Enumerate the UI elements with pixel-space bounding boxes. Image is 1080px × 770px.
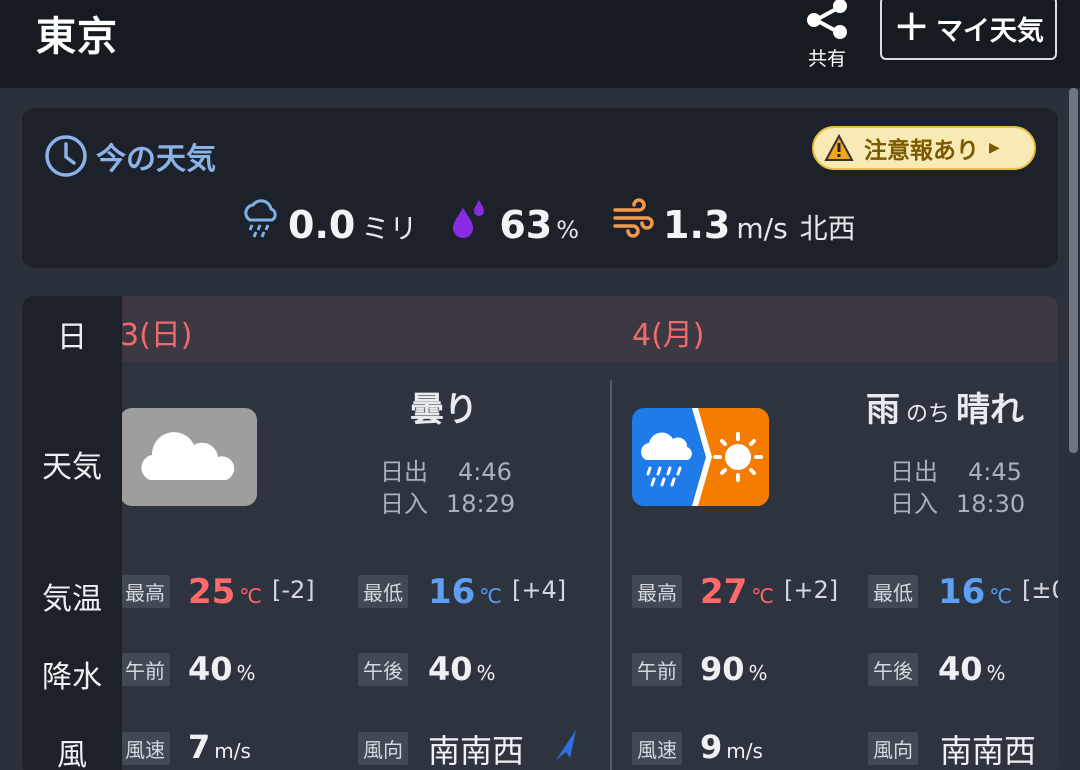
day-2-sun-times: 日出 4:45 日入 18:30: [890, 456, 1025, 520]
wind-icon: [613, 198, 654, 238]
wind-direction: 北西: [799, 212, 856, 245]
day-2-min-diff: [±0: [1022, 576, 1058, 604]
droplets-icon: [453, 200, 485, 238]
day-1-wind-speed: 7 m/s: [188, 728, 251, 766]
day-2-weather-end: 晴れ: [956, 390, 1025, 430]
current-weather-values: 0.0 ミリ 63 % 1.3 m/s 北西: [240, 198, 856, 247]
scrollbar-thumb[interactable]: [1069, 88, 1078, 453]
current-weather-title: 今の天気: [44, 134, 216, 178]
cloud-icon: [120, 408, 257, 506]
day-2-max-label: 最高: [632, 575, 682, 608]
share-label: 共有: [807, 48, 846, 70]
day-1-min-label: 最低: [358, 575, 408, 608]
day-2-wind-dir: 南南西: [940, 732, 1037, 770]
day-2-max-temp: 27 ℃: [700, 572, 774, 612]
alert-badge-button[interactable]: 注意報あり ▶: [812, 126, 1036, 170]
day-1-pm-precip: 40%: [428, 650, 496, 688]
day-1-max-temp: 25 ℃: [188, 572, 262, 612]
day-2-sunrise-label: 日出: [890, 458, 938, 486]
day-1-am-precip: 40%: [188, 650, 256, 688]
share-button[interactable]: 共有: [796, 0, 858, 72]
current-weather-card: 今の天気 注意報あり ▶ 0.0 ミリ 63 % 1.3 m/s 北西: [22, 108, 1058, 268]
day-1-sunset: 18:29: [446, 490, 516, 518]
row-labels-column: 日 天気 気温 降水 風: [22, 296, 122, 770]
forecast-card: 3(日) 4(月) 曇り 日出 4:46 日入 18:29 最高 25 ℃ [-2] …: [22, 296, 1058, 770]
day-1-sunset-label: 日入: [380, 490, 428, 518]
day-1-sunrise: 4:46: [458, 458, 512, 486]
app-header: 東京 共有 + マイ天気: [0, 0, 1080, 88]
plus-icon: +: [893, 0, 930, 51]
day-2-weather-main: 雨: [866, 390, 900, 430]
day-1-wind-dir-label: 風向: [358, 732, 408, 765]
day-2-sunrise: 4:45: [968, 458, 1022, 486]
my-weather-label: マイ天気: [935, 15, 1044, 47]
day-2-date: 4(月): [632, 318, 705, 353]
wind-direction-arrow-icon: [556, 730, 576, 760]
day-2-wind-speed-label: 風速: [632, 732, 682, 765]
day-1-sun-times: 日出 4:46 日入 18:29: [380, 456, 515, 520]
day-1-min-diff: [+4]: [512, 576, 567, 604]
day-1-wind-dir: 南南西: [428, 732, 525, 770]
day-2-sunset-label: 日入: [890, 490, 938, 518]
current-weather-label: 今の天気: [96, 142, 216, 177]
day-2-weather: 雨のち 晴れ: [866, 382, 1024, 431]
day-divider: [610, 380, 612, 770]
row-label-weather: 天気: [42, 450, 102, 485]
day-1-min-temp: 16 ℃: [428, 572, 502, 612]
day-2-wind-speed: 9 m/s: [700, 728, 763, 766]
day-2-sunset: 18:30: [956, 490, 1026, 518]
day-2-min-temp: 16 ℃: [938, 572, 1012, 612]
humidity-value: 63: [499, 203, 553, 247]
row-label-day: 日: [57, 320, 87, 355]
day-2-weather-mid: のち: [906, 402, 951, 427]
share-icon: [807, 0, 847, 39]
day-1-am-label: 午前: [120, 653, 170, 686]
warning-icon: [824, 134, 854, 161]
day-1-sunrise-label: 日出: [380, 458, 428, 486]
row-label-wind: 風: [57, 738, 87, 770]
rain-icon: [244, 199, 277, 238]
day-2-am-label: 午前: [632, 653, 682, 686]
precip-value: 0.0: [288, 203, 356, 247]
day-1-wind-speed-label: 風速: [120, 732, 170, 765]
day-2-am-precip: 90%: [700, 650, 768, 688]
alert-label: 注意報あり: [864, 138, 979, 164]
chevron-right-icon: ▶: [989, 140, 1000, 156]
humidity-unit: %: [556, 216, 580, 244]
day-1-date: 3(日): [120, 318, 193, 353]
day-2-max-diff: [+2]: [784, 576, 839, 604]
day-2-min-label: 最低: [868, 575, 918, 608]
day-2-pm-precip: 40%: [938, 650, 1006, 688]
wind-unit: m/s: [736, 212, 788, 245]
row-label-temp: 気温: [42, 582, 102, 617]
rain-then-sun-icon: [632, 408, 769, 506]
add-my-weather-button[interactable]: + マイ天気: [880, 0, 1057, 60]
day-1-pm-label: 午後: [358, 653, 408, 686]
day-1-max-diff: [-2]: [272, 576, 315, 604]
row-label-precip: 降水: [42, 660, 102, 695]
city-name: 東京: [36, 14, 118, 60]
day-2-pm-label: 午後: [868, 653, 918, 686]
day-1-max-label: 最高: [120, 575, 170, 608]
wind-value: 1.3: [663, 203, 731, 247]
day-2-wind-dir-label: 風向: [868, 732, 918, 765]
day-1-weather-main: 曇り: [410, 390, 478, 430]
day-1-weather: 曇り: [410, 382, 478, 431]
clock-icon: [45, 135, 87, 177]
precip-unit: ミリ: [361, 212, 418, 245]
